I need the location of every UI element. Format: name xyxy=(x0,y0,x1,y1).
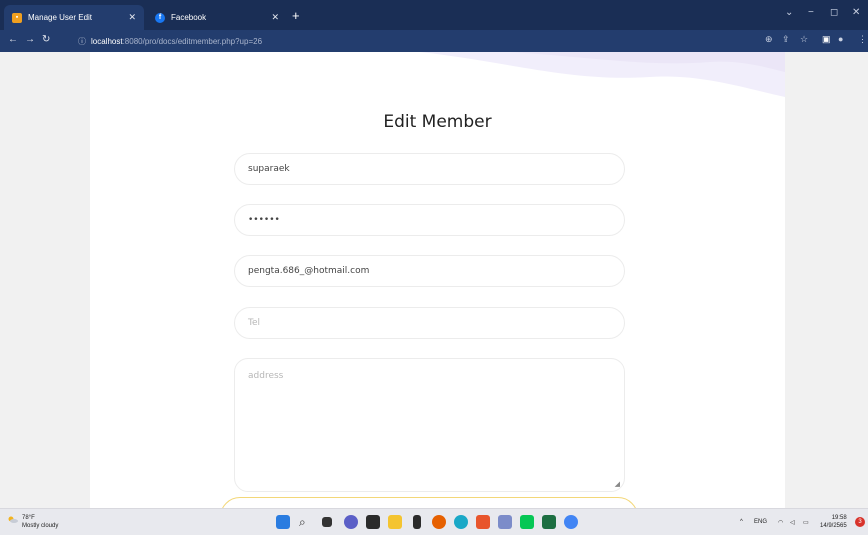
excel-icon[interactable] xyxy=(542,515,556,529)
firefox-icon[interactable] xyxy=(432,515,446,529)
search-icon[interactable]: ⌕ xyxy=(299,515,313,529)
restore-button[interactable]: ◻ xyxy=(830,7,838,18)
menu-icon[interactable]: ⋮ xyxy=(858,34,867,45)
start-icon[interactable] xyxy=(276,515,290,529)
address-textarea[interactable]: address ◢ xyxy=(234,358,625,492)
zoom-icon[interactable]: ⊕ xyxy=(765,34,773,45)
wave-decoration xyxy=(420,52,785,97)
weather-widget[interactable]: 78°F Mostly cloudy xyxy=(8,514,59,530)
password-field[interactable]: •••••• xyxy=(234,204,625,236)
close-icon[interactable]: ✕ xyxy=(271,12,279,23)
browser-tab-bar: ▪ Manage User Edit ✕ f Facebook ✕ + ⌄ − … xyxy=(0,0,868,30)
chrome-icon[interactable] xyxy=(564,515,578,529)
taskbar: 78°F Mostly cloudy ⌕ ^ ENG ◠ ◁ ▭ 19:58 1… xyxy=(0,508,868,535)
profile-avatar[interactable]: ● xyxy=(838,34,843,44)
url-path: :8080/pro/docs/editmember.php?up=26 xyxy=(122,36,263,46)
weather-temp: 78°F xyxy=(22,515,35,521)
chevron-up-icon[interactable]: ^ xyxy=(740,519,743,525)
page-viewport: Edit Member suparaek •••••• pengta.686_@… xyxy=(0,52,868,508)
notification-badge[interactable]: 3 xyxy=(855,517,865,527)
reload-icon[interactable]: ↻ xyxy=(42,34,50,45)
share-icon[interactable]: ⇪ xyxy=(782,34,790,45)
resize-grip-icon[interactable]: ◢ xyxy=(615,480,620,488)
app-orange-icon[interactable] xyxy=(476,515,490,529)
chevron-down-icon[interactable]: ⌄ xyxy=(785,7,793,18)
app-icon[interactable] xyxy=(413,515,421,529)
tab-manage-user-edit[interactable]: ▪ Manage User Edit ✕ xyxy=(4,5,144,30)
minimize-button[interactable]: − xyxy=(808,7,814,18)
url-host: localhost xyxy=(91,36,123,46)
sidebar-icon[interactable]: ▣ xyxy=(822,34,831,45)
email-field[interactable]: pengta.686_@hotmail.com xyxy=(234,255,625,287)
info-icon[interactable]: ⓘ xyxy=(78,36,86,47)
notion-icon[interactable] xyxy=(366,515,380,529)
battery-icon[interactable]: ▭ xyxy=(803,519,809,526)
task-view-icon[interactable] xyxy=(322,517,332,527)
weather-desc: Mostly cloudy xyxy=(22,523,59,529)
tab-title: Manage User Edit xyxy=(28,13,93,22)
username-field[interactable]: suparaek xyxy=(234,153,625,185)
forward-icon[interactable]: → xyxy=(25,34,35,45)
submit-button[interactable] xyxy=(220,497,638,508)
file-explorer-icon[interactable] xyxy=(388,515,402,529)
wifi-icon[interactable]: ◠ xyxy=(778,519,783,526)
url-field[interactable]: ⓘ localhost :8080/pro/docs/editmember.ph… xyxy=(78,33,262,49)
page-title: Edit Member xyxy=(383,112,492,132)
time: 19:58 xyxy=(831,515,847,521)
language-indicator[interactable]: ENG xyxy=(754,519,767,525)
date: 14/9/2565 xyxy=(820,523,847,529)
line-icon[interactable] xyxy=(520,515,534,529)
chat-icon[interactable] xyxy=(344,515,358,529)
clock[interactable]: 19:58 14/9/2565 xyxy=(820,514,847,530)
tab-title: Facebook xyxy=(171,13,207,22)
tab-facebook[interactable]: f Facebook ✕ xyxy=(147,5,287,30)
form-card: Edit Member suparaek •••••• pengta.686_@… xyxy=(90,52,785,508)
address-placeholder: address xyxy=(248,371,284,381)
volume-icon[interactable]: ◁ xyxy=(790,519,795,526)
orange-app-icon: ▪ xyxy=(12,12,22,23)
close-window-button[interactable]: ✕ xyxy=(852,7,860,18)
facebook-icon: f xyxy=(155,12,165,23)
star-icon[interactable]: ☆ xyxy=(800,34,808,45)
cloud-sun-icon xyxy=(8,516,18,523)
app-doc-icon[interactable] xyxy=(498,515,512,529)
back-icon[interactable]: ← xyxy=(8,34,18,45)
address-bar: ← → ↻ ⓘ localhost :8080/pro/docs/editmem… xyxy=(0,30,868,52)
new-tab-button[interactable]: + xyxy=(292,9,300,22)
tel-field[interactable]: Tel xyxy=(234,307,625,339)
edge-icon[interactable] xyxy=(454,515,468,529)
close-icon[interactable]: ✕ xyxy=(128,12,136,23)
